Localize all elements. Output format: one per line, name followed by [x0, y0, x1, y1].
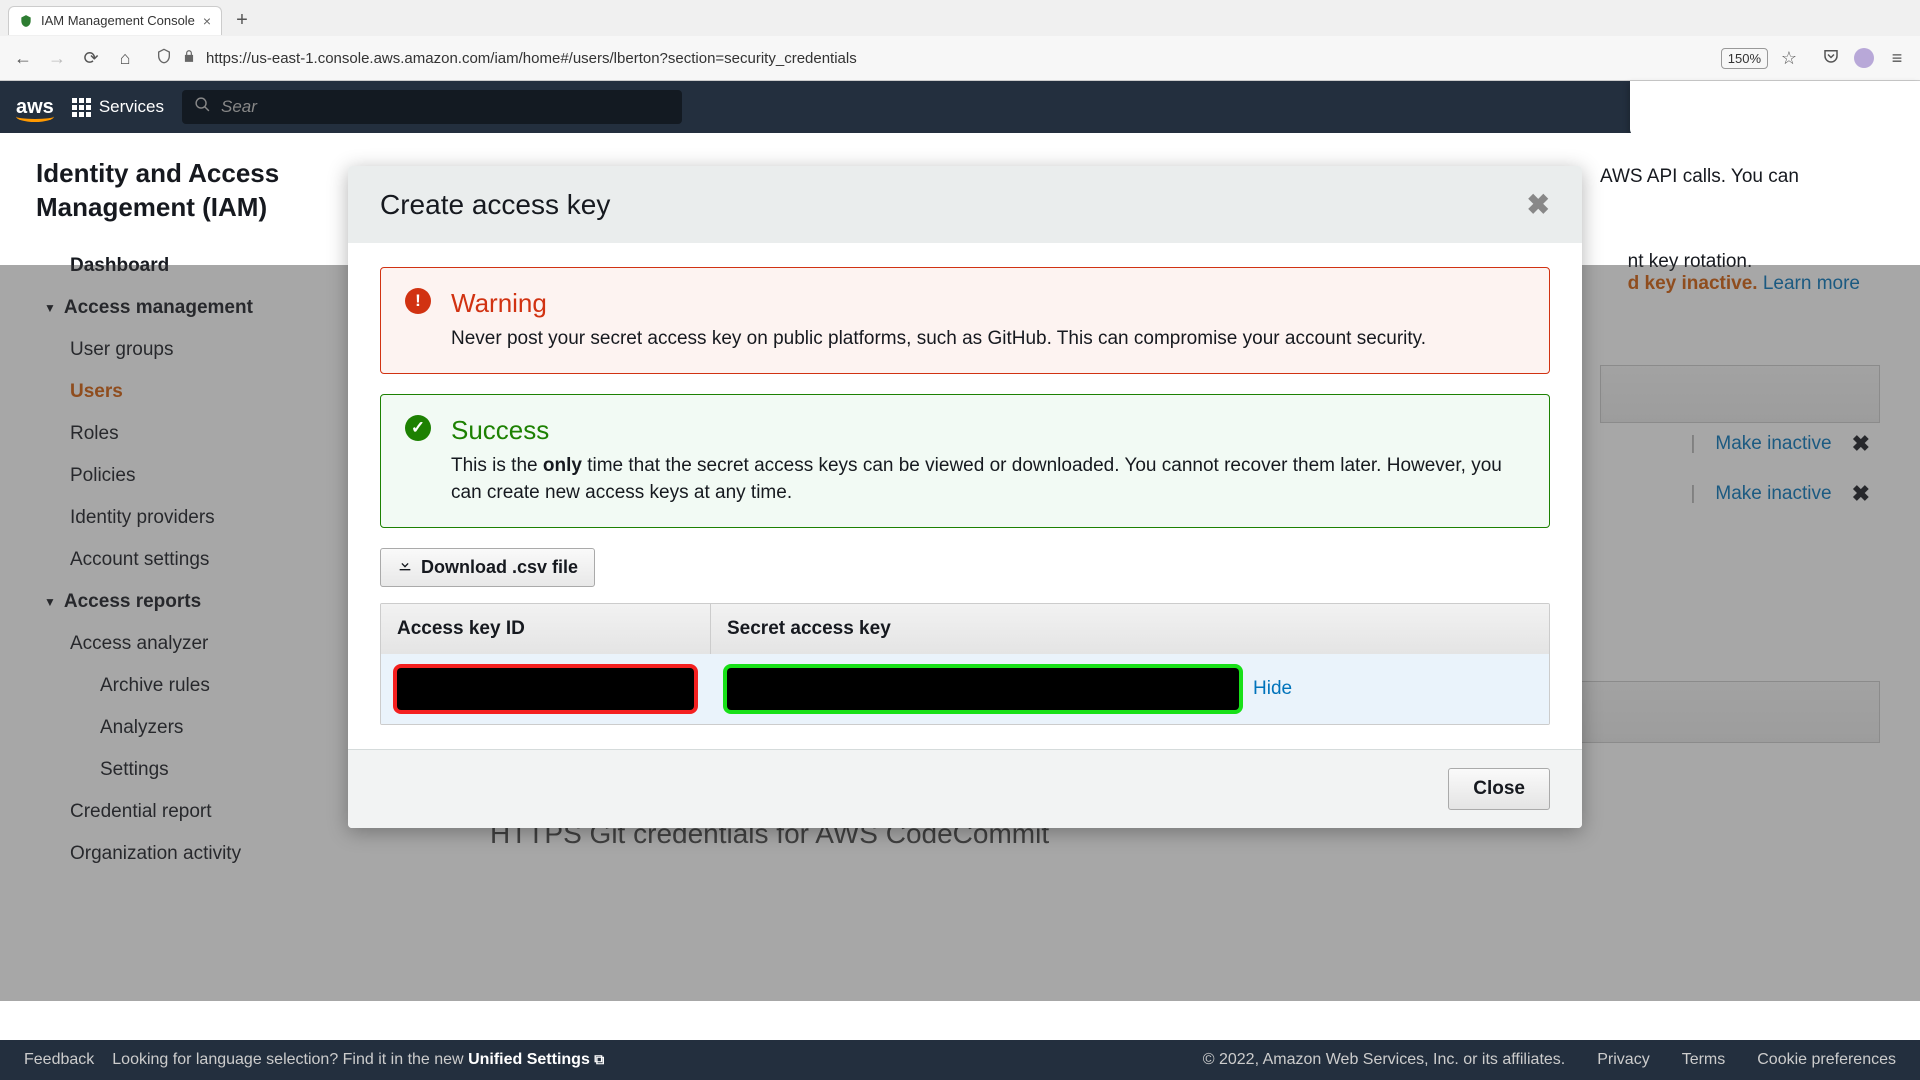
modal-header: Create access key ✖	[348, 166, 1582, 243]
pocket-icon[interactable]	[1820, 47, 1842, 70]
bookmark-icon[interactable]: ☆	[1778, 48, 1800, 69]
success-text: This is the only time that the secret ac…	[451, 452, 1525, 507]
table-row: Hide	[381, 654, 1549, 724]
col-access-key-id: Access key ID	[381, 604, 711, 654]
unified-settings-link[interactable]: Unified Settings ⧉	[468, 1051, 604, 1068]
services-label: Services	[99, 97, 164, 117]
sidebar-title: Identity and Access Management (IAM)	[0, 157, 330, 245]
terms-link[interactable]: Terms	[1682, 1051, 1726, 1069]
warning-alert: ! Warning Never post your secret access …	[380, 267, 1550, 374]
lock-icon	[182, 49, 196, 67]
download-icon	[397, 557, 413, 578]
success-alert: ✓ Success This is the only time that the…	[380, 394, 1550, 528]
grid-icon	[72, 98, 91, 117]
new-tab-button[interactable]: +	[230, 9, 254, 32]
search-placeholder: Sear	[221, 97, 257, 117]
close-button[interactable]: Close	[1448, 768, 1550, 810]
services-button[interactable]: Services	[72, 97, 164, 117]
download-csv-button[interactable]: Download .csv file	[380, 548, 595, 587]
aws-logo[interactable]: aws	[16, 96, 54, 119]
tab-close-icon[interactable]: ×	[203, 13, 211, 29]
browser-tab[interactable]: IAM Management Console ×	[8, 6, 222, 35]
hide-link[interactable]: Hide	[1253, 678, 1292, 700]
modal-footer: Close	[348, 749, 1582, 828]
warning-icon: !	[405, 288, 431, 314]
profile-avatar[interactable]	[1854, 48, 1874, 68]
header-popup	[1630, 81, 1920, 137]
cell-secret-access-key: Hide	[715, 664, 1545, 714]
search-icon	[194, 96, 211, 118]
privacy-link[interactable]: Privacy	[1597, 1051, 1649, 1069]
warning-text: Never post your secret access key on pub…	[451, 325, 1426, 353]
reload-button[interactable]: ⟳	[80, 48, 102, 69]
address-bar[interactable]: https://us-east-1.console.aws.amazon.com…	[148, 48, 1808, 69]
back-button[interactable]: ←	[12, 48, 34, 69]
tab-title: IAM Management Console	[41, 13, 195, 28]
bg-api-text: AWS API calls. You can	[1600, 163, 1860, 192]
nav-bar: ← → ⟳ ⌂ https://us-east-1.console.aws.am…	[0, 36, 1920, 80]
footer: Feedback Looking for language selection?…	[0, 1040, 1920, 1080]
modal-close-icon[interactable]: ✖	[1527, 188, 1550, 221]
menu-icon[interactable]: ≡	[1886, 48, 1908, 69]
tab-favicon-icon	[19, 14, 33, 28]
tab-bar: IAM Management Console × +	[0, 0, 1920, 36]
redacted-access-key-id	[393, 664, 698, 714]
modal-body: ! Warning Never post your secret access …	[348, 243, 1582, 749]
warning-title: Warning	[451, 288, 1426, 319]
download-label: Download .csv file	[421, 557, 578, 578]
footer-lang-text: Looking for language selection? Find it …	[112, 1051, 604, 1069]
browser-chrome: IAM Management Console × + ← → ⟳ ⌂ https…	[0, 0, 1920, 81]
search-input[interactable]: Sear	[182, 90, 682, 124]
modal-title: Create access key	[380, 189, 610, 221]
footer-copyright: © 2022, Amazon Web Services, Inc. or its…	[1203, 1051, 1565, 1069]
forward-button[interactable]: →	[46, 48, 68, 69]
success-icon: ✓	[405, 415, 431, 441]
aws-header: aws Services Sear ▼	[0, 81, 1920, 133]
col-secret-access-key: Secret access key	[711, 604, 1549, 654]
success-title: Success	[451, 415, 1525, 446]
home-button[interactable]: ⌂	[114, 48, 136, 69]
shield-icon	[156, 48, 172, 68]
cell-access-key-id	[385, 664, 715, 714]
feedback-link[interactable]: Feedback	[24, 1051, 94, 1069]
access-key-table: Access key ID Secret access key Hide	[380, 603, 1550, 725]
table-header: Access key ID Secret access key	[381, 604, 1549, 654]
zoom-badge[interactable]: 150%	[1721, 48, 1768, 69]
url-text: https://us-east-1.console.aws.amazon.com…	[206, 50, 1711, 67]
cookie-preferences-link[interactable]: Cookie preferences	[1757, 1051, 1896, 1069]
create-access-key-modal: Create access key ✖ ! Warning Never post…	[348, 166, 1582, 828]
external-link-icon: ⧉	[594, 1051, 604, 1067]
redacted-secret-key	[723, 664, 1243, 714]
